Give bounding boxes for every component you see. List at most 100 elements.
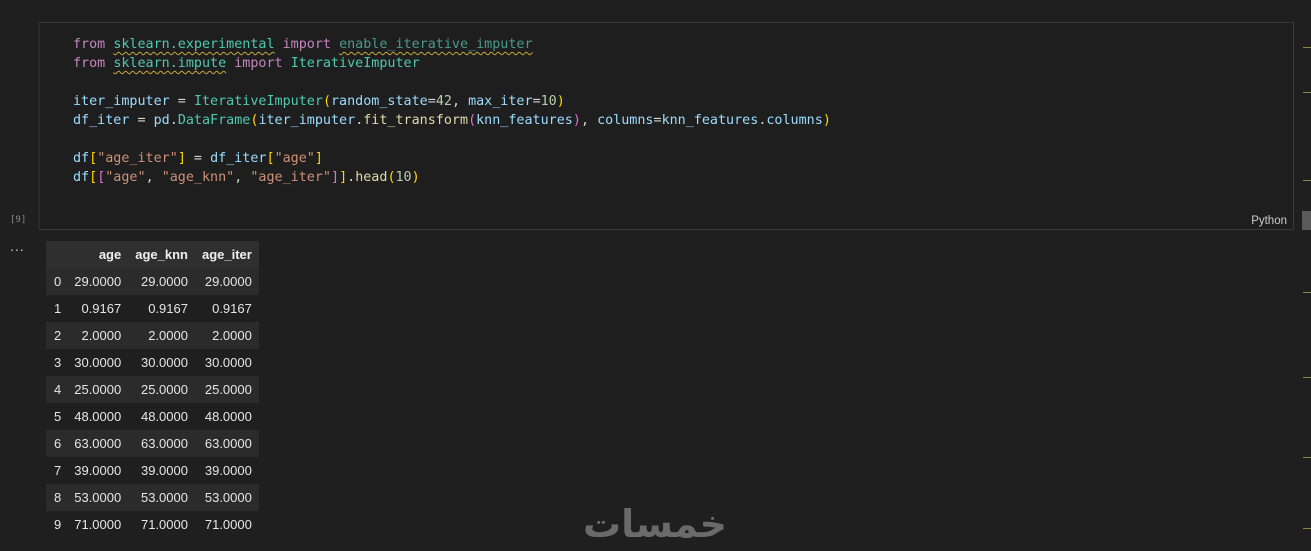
code-token: . [169, 113, 178, 128]
row-index: 6 [54, 436, 62, 451]
code-cell[interactable]: from sklearn.experimental import enable_… [38, 22, 1294, 230]
table-cell: 30.0000 [204, 355, 252, 370]
table-row: 1 0.9167 0.9167 0.9167 [46, 295, 259, 322]
output-more-actions-button[interactable]: ... [10, 238, 25, 254]
row-index: 7 [54, 463, 62, 478]
code-token: df_iter [210, 151, 267, 166]
overview-ruler[interactable] [1300, 22, 1311, 551]
code-token: ) [572, 113, 581, 128]
code-token: df [73, 151, 90, 166]
table-row: 8 53.0000 53.0000 53.0000 [46, 484, 259, 511]
table-cell: 53.0000 [140, 490, 188, 505]
ruler-marker [1303, 180, 1311, 181]
index-header [46, 241, 67, 268]
code-token: ) [556, 94, 565, 109]
table-row: 7 39.0000 39.0000 39.0000 [46, 457, 259, 484]
table-header-row: age age_knn age_iter [46, 241, 259, 268]
table-cell: 29.0000 [74, 274, 122, 289]
code-token: random_state [331, 94, 428, 109]
language-picker[interactable]: Python [1251, 215, 1287, 227]
code-token: fit_transform [363, 113, 469, 128]
table-cell: 48.0000 [204, 409, 252, 424]
khamsat-watermark-logo: خمسات [583, 502, 727, 546]
code-token: DataFrame [177, 113, 251, 128]
code-token: , [145, 170, 162, 185]
code-token: enable_iterative_imputer [339, 37, 533, 52]
code-line[interactable] [73, 73, 831, 92]
ruler-marker [1303, 377, 1311, 378]
table-cell: 39.0000 [74, 463, 122, 478]
watermark-text: خمسات [583, 502, 727, 546]
code-line[interactable]: from sklearn.experimental import enable_… [73, 35, 831, 54]
ruler-marker [1303, 457, 1311, 458]
code-token: "age" [274, 151, 315, 166]
table-cell: 25.0000 [74, 382, 122, 397]
table-cell: 0.9167 [212, 301, 252, 316]
table-cell: 2.0000 [212, 328, 252, 343]
code-token: ( [468, 113, 477, 128]
code-token: = [169, 94, 194, 109]
code-token: ( [387, 170, 396, 185]
row-index: 5 [54, 409, 62, 424]
code-token: IterativeImputer [290, 56, 420, 71]
row-index: 9 [54, 517, 62, 532]
code-token: "age_iter" [97, 151, 178, 166]
code-token: pd [153, 113, 170, 128]
code-line[interactable]: df_iter = pd.DataFrame(iter_imputer.fit_… [73, 111, 831, 130]
ruler-marker [1303, 292, 1311, 293]
table-cell: 48.0000 [74, 409, 122, 424]
table-cell: 39.0000 [204, 463, 252, 478]
table-row: 6 63.0000 63.0000 63.0000 [46, 430, 259, 457]
table-row: 4 25.0000 25.0000 25.0000 [46, 376, 259, 403]
table-cell: 25.0000 [140, 382, 188, 397]
ruler-marker [1303, 47, 1311, 48]
code-token: [ [89, 151, 98, 166]
code-token: import [282, 37, 331, 52]
cell-focus-indicator [38, 22, 40, 230]
code-token: columns [597, 113, 654, 128]
code-token: sklearn.experimental [113, 37, 275, 52]
code-token: "age_iter" [250, 170, 331, 185]
table-cell: 0.9167 [81, 301, 122, 316]
table-cell: 29.0000 [204, 274, 252, 289]
table-cell: 0.9167 [148, 301, 188, 316]
table-cell: 53.0000 [204, 490, 252, 505]
table-cell: 63.0000 [74, 436, 122, 451]
code-token: = [185, 151, 211, 166]
code-line[interactable] [73, 130, 831, 149]
column-header: age_knn [135, 247, 188, 262]
code-token: max_iter [468, 94, 533, 109]
code-token: [ [266, 151, 275, 166]
code-token: = [532, 94, 541, 109]
code-token: from [73, 56, 106, 71]
ruler-marker [1303, 92, 1311, 93]
table-cell: 63.0000 [204, 436, 252, 451]
code-line[interactable]: df[["age", "age_knn", "age_iter"]].head(… [73, 168, 831, 187]
code-token: [ [89, 170, 98, 185]
scrollbar-thumb[interactable] [1302, 211, 1311, 230]
code-token: 10 [540, 94, 557, 109]
table-row: 3 30.0000 30.0000 30.0000 [46, 349, 259, 376]
notebook-editor: from sklearn.experimental import enable_… [0, 0, 1311, 551]
code-editor[interactable]: from sklearn.experimental import enable_… [73, 35, 831, 187]
code-token: = [427, 94, 436, 109]
code-line[interactable]: from sklearn.impute import IterativeImpu… [73, 54, 831, 73]
table-row: 0 29.0000 29.0000 29.0000 [46, 268, 259, 295]
row-index: 3 [54, 355, 62, 370]
code-token: df_iter [73, 113, 130, 128]
code-token: 42 [435, 94, 452, 109]
code-token: sklearn.impute [113, 56, 227, 71]
column-header: age [98, 247, 122, 262]
table-cell: 2.0000 [81, 328, 122, 343]
code-line[interactable]: df["age_iter"] = df_iter["age"] [73, 149, 831, 168]
table-cell: 2.0000 [148, 328, 188, 343]
code-token: ] [177, 151, 186, 166]
table-row: 2 2.0000 2.0000 2.0000 [46, 322, 259, 349]
row-index: 4 [54, 382, 62, 397]
table-cell: 71.0000 [204, 517, 252, 532]
code-token: = [129, 113, 154, 128]
row-index: 8 [54, 490, 62, 505]
code-line[interactable]: iter_imputer = IterativeImputer(random_s… [73, 92, 831, 111]
